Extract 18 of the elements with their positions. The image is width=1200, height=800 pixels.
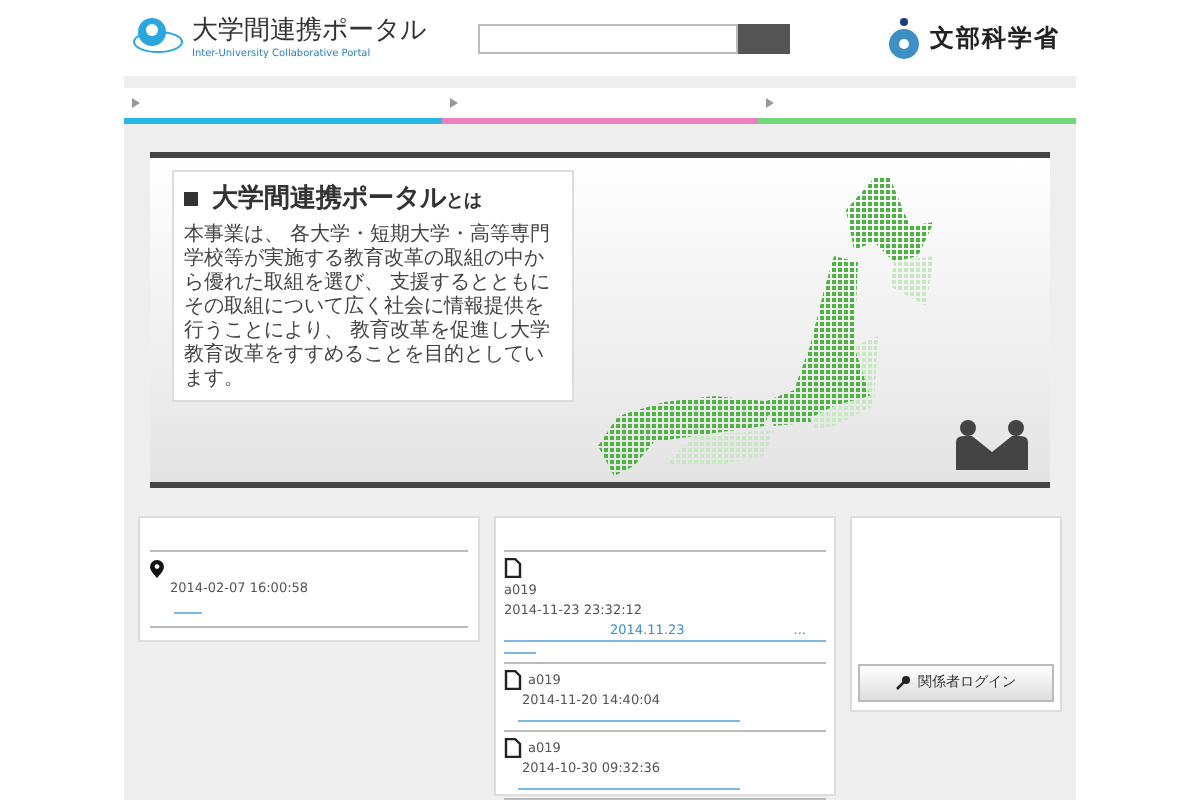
square-bullet-icon: [184, 192, 198, 207]
ministry-name: 文部科学省: [930, 22, 1060, 56]
intro-text: 本事業は、 各大学・短期大学・高等専門学校等が実施する教育改革の取組の中から優れた取組を選び、 支援するとともにその取組について広く社会に情報提供を行うことにより、 教育改革を促進し大学教育改革をすすめることを目的としています。: [184, 223, 553, 391]
key-icon: [896, 676, 910, 690]
play-icon: [766, 98, 775, 108]
document-icon: [504, 738, 522, 758]
document-icon: [504, 670, 522, 690]
play-icon: [449, 98, 458, 108]
intro-title: 大学間連携ポータルとは: [212, 181, 482, 218]
search-field[interactable]: [478, 23, 738, 53]
link-underline: [174, 611, 202, 614]
portal-logo-title: 大学間連携ポータル: [192, 16, 426, 48]
play-icon: [132, 98, 140, 108]
map-pin-icon: [150, 560, 164, 578]
link-underline: [504, 652, 536, 654]
search-button[interactable]: [738, 23, 790, 53]
document-icon: [504, 558, 522, 578]
emblem-icon: [886, 16, 922, 60]
